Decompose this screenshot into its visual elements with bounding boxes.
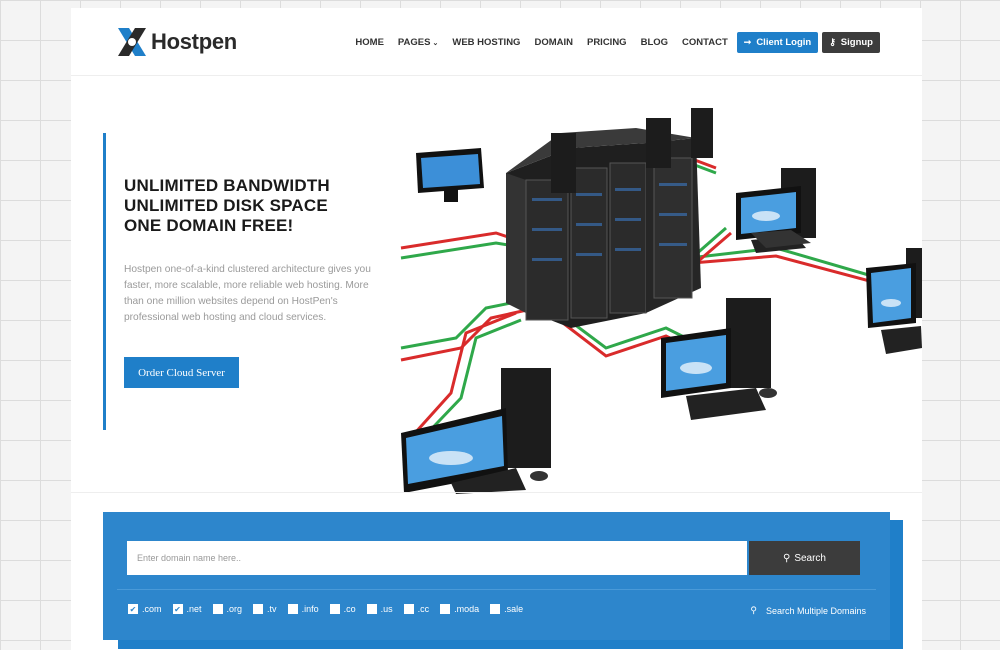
domain-search-panel: ⚲ Search ✔.com ✔.net .org .tv .info .co …: [103, 512, 890, 640]
server-network-illustration: [400, 108, 922, 494]
hero-accent-bar: [103, 133, 106, 430]
signup-label: Signup: [840, 37, 873, 48]
search-separator: [117, 589, 876, 590]
nav-web-hosting[interactable]: WEB HOSTING: [452, 37, 520, 48]
main-nav: HOME PAGES ⌄ WEB HOSTING DOMAIN PRICING …: [341, 32, 880, 53]
checkbox-icon[interactable]: [253, 604, 264, 614]
domain-search-input[interactable]: [127, 541, 747, 575]
headline-line-3: ONE DOMAIN FREE!: [124, 216, 294, 235]
tld-label: .us: [380, 604, 393, 614]
tld-option-com[interactable]: ✔ .com: [128, 604, 162, 614]
search-multiple-label: Search Multiple Domains: [765, 605, 866, 616]
checkbox-icon[interactable]: [212, 604, 223, 614]
tld-option-us[interactable]: .us: [366, 604, 393, 614]
client-login-button[interactable]: ➞ Client Login: [736, 32, 819, 53]
checkbox-icon[interactable]: [329, 604, 340, 614]
tld-label: .com: [142, 604, 162, 614]
checkbox-checked-icon[interactable]: ✔: [128, 604, 138, 614]
brand-logo[interactable]: Hostpen: [115, 26, 237, 58]
page-container: Hostpen HOME PAGES ⌄ WEB HOSTING DOMAIN …: [71, 8, 922, 650]
logo-x-icon: [118, 28, 146, 56]
tld-checkbox-list: ✔ .com ✔ .net .org .tv .info .co .us .cc .…: [128, 604, 534, 614]
signup-button[interactable]: ⚷ Signup: [822, 32, 880, 53]
order-cloud-server-button[interactable]: Order Cloud Server: [124, 357, 239, 388]
search-icon: ⚲: [750, 605, 757, 615]
checkbox-icon[interactable]: [403, 604, 414, 614]
tld-option-sale[interactable]: .sale: [490, 604, 523, 614]
tld-label: .co: [343, 604, 356, 614]
site-header: Hostpen HOME PAGES ⌄ WEB HOSTING DOMAIN …: [71, 8, 922, 76]
tld-option-org[interactable]: .org: [212, 604, 243, 614]
hero-headline: UNLIMITED BANDWIDTH UNLIMITED DISK SPACE…: [124, 176, 330, 236]
checkbox-icon[interactable]: [366, 604, 377, 614]
search-icon: ⚲: [782, 552, 791, 564]
tld-option-co[interactable]: .co: [329, 604, 356, 614]
section-divider: [71, 492, 922, 493]
nav-blog[interactable]: BLOG: [641, 37, 668, 48]
key-icon: ⚷: [829, 37, 836, 47]
checkbox-checked-icon[interactable]: ✔: [172, 604, 183, 614]
checkbox-icon[interactable]: [490, 604, 501, 614]
tld-option-cc[interactable]: .cc: [403, 604, 430, 614]
tld-option-tv[interactable]: .tv: [253, 604, 277, 614]
nav-pricing[interactable]: PRICING: [587, 37, 627, 48]
tld-label: .org: [226, 604, 243, 614]
nav-pages[interactable]: PAGES ⌄: [398, 37, 438, 48]
nav-pages-label: PAGES: [397, 37, 431, 48]
hero-description: Hostpen one-of-a-kind clustered architec…: [124, 264, 371, 323]
checkbox-icon[interactable]: [440, 604, 451, 614]
nav-contact[interactable]: CONTACT: [682, 37, 728, 48]
tld-label: .sale: [504, 604, 524, 614]
sign-in-icon: ➞: [743, 37, 752, 47]
nav-home[interactable]: HOME: [355, 37, 384, 48]
headline-line-1: UNLIMITED BANDWIDTH: [124, 176, 330, 195]
tld-label: .tv: [267, 604, 277, 614]
chevron-down-icon: ⌄: [432, 39, 439, 47]
tld-option-moda[interactable]: .moda: [440, 604, 479, 614]
tld-label: .cc: [417, 604, 430, 614]
search-button-label: Search: [794, 552, 826, 564]
client-login-label: Client Login: [756, 37, 812, 48]
domain-search-button[interactable]: ⚲ Search: [749, 541, 860, 575]
tld-label: .info: [301, 604, 319, 614]
headline-line-2: UNLIMITED DISK SPACE: [124, 196, 328, 215]
search-multiple-domains-link[interactable]: ⚲ Search Multiple Domains: [750, 605, 866, 616]
tld-option-net[interactable]: ✔ .net: [172, 604, 202, 614]
checkbox-icon[interactable]: [287, 604, 298, 614]
tld-option-info[interactable]: .info: [287, 604, 319, 614]
brand-name: Hostpen: [151, 29, 237, 54]
tld-label: .moda: [454, 604, 480, 614]
nav-domain[interactable]: DOMAIN: [534, 37, 573, 48]
tld-label: .net: [186, 604, 202, 614]
